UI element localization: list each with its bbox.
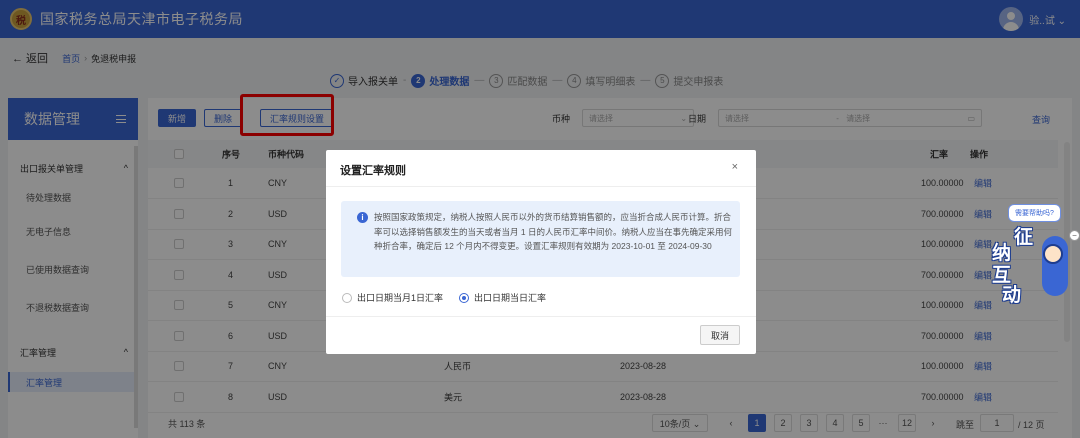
rate-option-group: 出口日期当月1日汇率 出口日期当日汇率 — [342, 291, 546, 304]
collapse-side-icon[interactable]: − — [1069, 230, 1080, 241]
mascot-face-icon — [1043, 244, 1063, 264]
cancel-button[interactable]: 取消 — [699, 325, 740, 345]
helper-char-4: 动 — [1002, 285, 1022, 306]
rate-rule-dialog: 设置汇率规则 × i 按照国家政策规定，纳税人按照人民币以外的货币结算销售额的，… — [326, 150, 756, 354]
option-label-first-day[interactable]: 出口日期当月1日汇率 — [357, 291, 443, 304]
radio-first-day-rate[interactable] — [342, 292, 352, 303]
dialog-title: 设置汇率规则 — [340, 165, 406, 177]
policy-notice: i 按照国家政策规定，纳税人按照人民币以外的货币结算销售额的，应当折合成人民币计… — [341, 201, 740, 277]
dialog-footer-divider — [326, 316, 756, 317]
option-label-same-day[interactable]: 出口日期当日汇率 — [474, 291, 546, 304]
help-widget[interactable]: 需要帮助吗? 征 纳 互 动 — [990, 200, 1070, 310]
help-bubble[interactable]: 需要帮助吗? — [1008, 204, 1061, 222]
close-icon[interactable]: × — [732, 161, 738, 173]
info-icon: i — [357, 212, 368, 223]
dialog-divider — [326, 186, 756, 187]
notice-text: 按照国家政策规定，纳税人按照人民币以外的货币结算销售额的，应当折合成人民币计算。… — [374, 212, 732, 251]
radio-same-day-rate[interactable] — [459, 292, 470, 303]
helper-char-1: 征 — [1014, 227, 1034, 248]
